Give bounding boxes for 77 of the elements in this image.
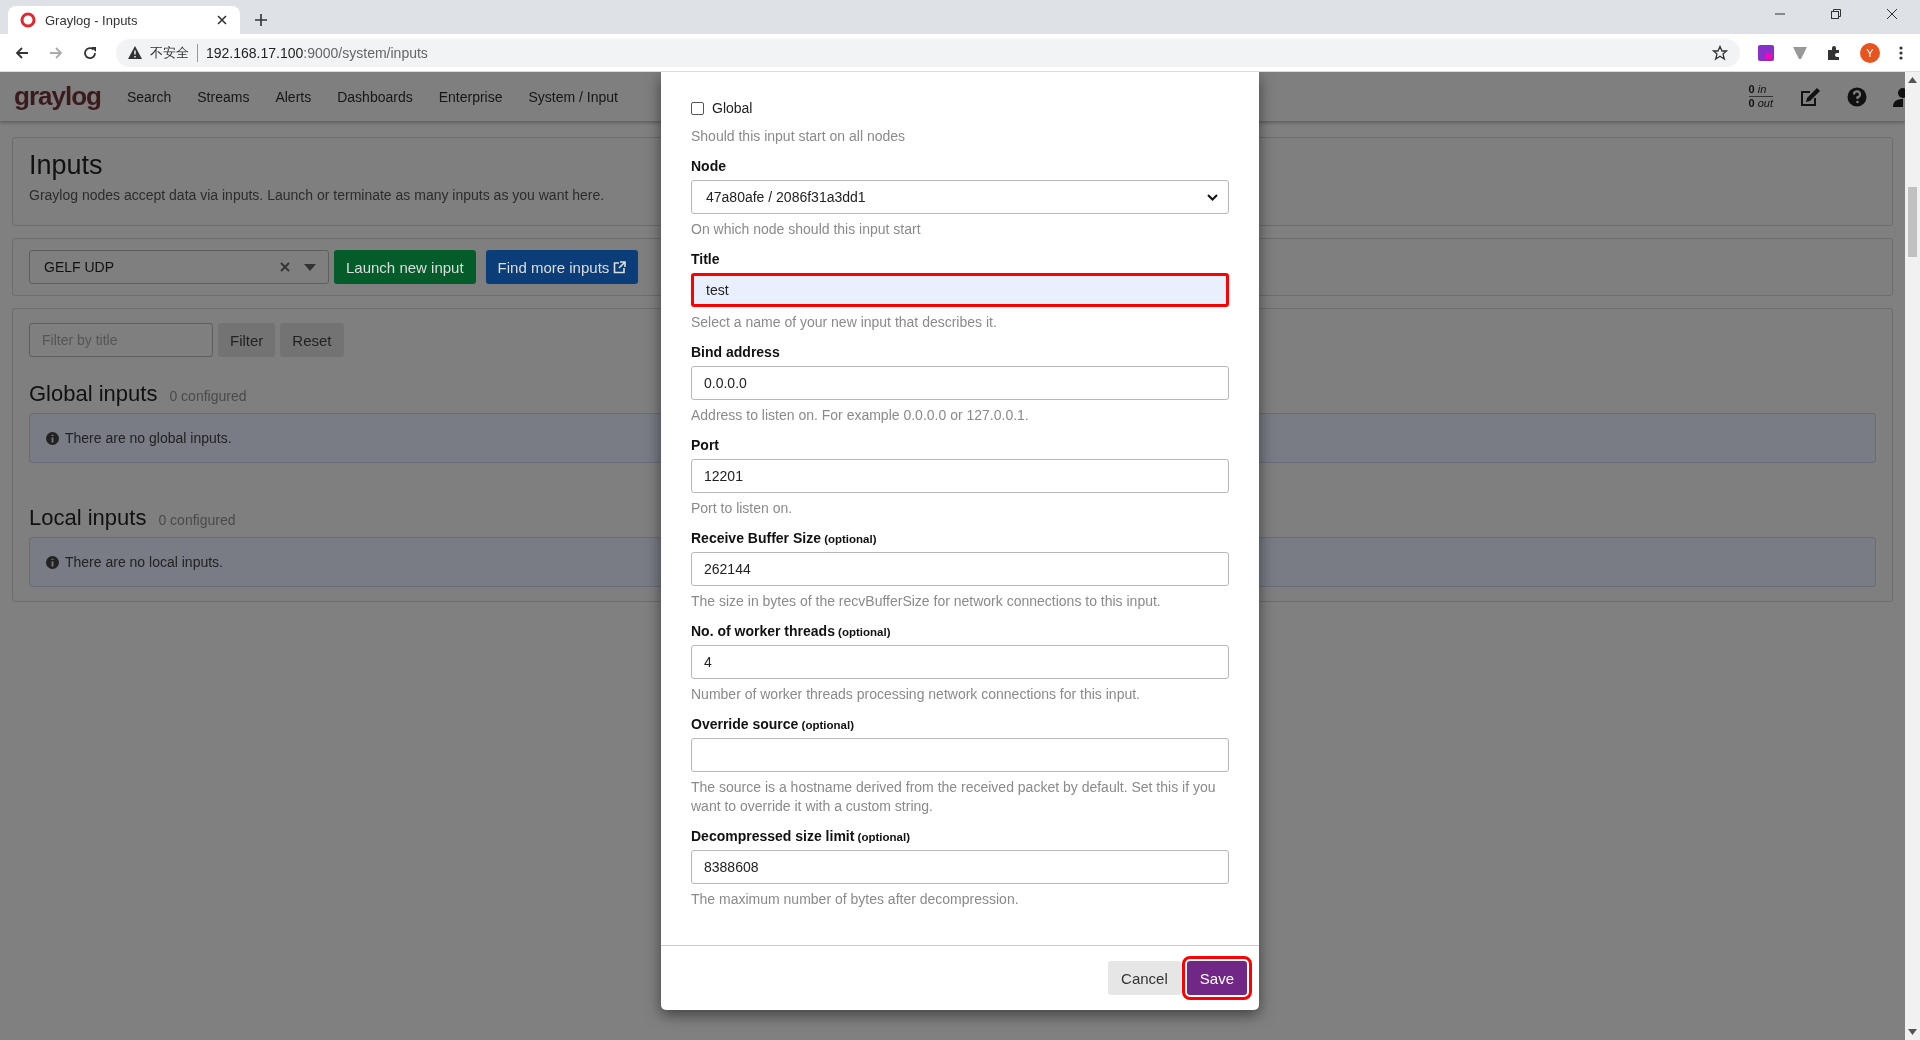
text-field[interactable]: 4 (691, 645, 1229, 679)
node-select[interactable]: 47a80afe / 2086f31a3dd1 (691, 180, 1229, 214)
checkbox-label: Global (712, 100, 753, 116)
text-field[interactable]: 12201 (691, 459, 1229, 493)
back-icon[interactable] (14, 44, 30, 61)
edit-icon[interactable] (1799, 86, 1821, 107)
chevron-icon (1207, 193, 1218, 201)
text-field[interactable]: 0.0.0.0 (691, 366, 1229, 400)
caret-icon[interactable] (304, 263, 316, 271)
security-label: 不安全 (150, 43, 198, 62)
help-text: The source is a hostname derived from the received packet by default. Set this if you want to override it with a custom string. (691, 778, 1217, 816)
help-text: The maximum number of bytes after decompression. (691, 890, 1020, 909)
text-field[interactable]: 8388608 (691, 850, 1229, 884)
section-title: Local inputs (29, 505, 147, 531)
external-link-icon (613, 260, 627, 274)
nav-link[interactable]: Search (126, 88, 172, 105)
info-icon (46, 555, 59, 569)
launch-button[interactable]: Launch new input (334, 250, 476, 284)
field-label: Override source (optional) (691, 716, 855, 732)
field-label: Decompressed size limit (optional) (691, 828, 911, 844)
scrollbar[interactable] (1905, 72, 1920, 1040)
empty-message: There are no local inputs. (65, 554, 223, 570)
nav-link[interactable]: Dashboards (337, 88, 413, 105)
close-icon[interactable] (216, 14, 228, 26)
field-label: Receive Buffer Size (optional) (691, 530, 878, 546)
menu-icon[interactable] (1898, 44, 1904, 61)
info-icon (46, 431, 59, 445)
browser-tab[interactable]: Graylog - Inputs (8, 6, 240, 34)
help-text: Select a name of your new input that describes it. (691, 313, 998, 332)
scroll-up-icon[interactable] (1908, 77, 1917, 83)
address-bar[interactable]: 不安全 192.168.17.100:9000/system/inputs (116, 38, 1740, 67)
help-text: The size in bytes of the recvBufferSize for network connections to this input. (691, 592, 1162, 611)
restore-icon[interactable] (1830, 8, 1842, 20)
page-title: Inputs (29, 150, 103, 181)
clear-icon[interactable] (280, 262, 290, 272)
help-text: Number of worker threads processing network connections for this input. (691, 685, 1141, 704)
reload-icon[interactable] (82, 44, 98, 61)
find-more-button[interactable]: Find more inputs (485, 250, 639, 284)
puzzle-icon[interactable] (1826, 44, 1842, 61)
incoming-throughput: 0 in (1748, 83, 1768, 96)
profile-avatar[interactable]: Y (1860, 42, 1880, 63)
text-field[interactable]: 262144 (691, 552, 1229, 586)
help-text: Port to listen on. (691, 499, 794, 518)
field-label: Node (691, 158, 727, 174)
field-label: No. of worker threads (optional) (691, 623, 892, 639)
close-icon[interactable] (1886, 8, 1898, 20)
help-text: Address to listen on. For example 0.0.0.0 or 127.0.0.1. (691, 406, 1030, 425)
text-field[interactable] (691, 738, 1229, 772)
field-label: Port (691, 437, 720, 453)
nav-link[interactable]: Enterprise (438, 88, 503, 105)
scroll-down-icon[interactable] (1908, 1029, 1917, 1035)
global-checkbox[interactable] (691, 101, 704, 115)
extension-icon[interactable] (1758, 44, 1774, 61)
field-label: Bind address (691, 344, 781, 360)
star-icon[interactable] (1712, 44, 1728, 61)
page-description: Graylog nodes accept data via inputs. Launch or terminate as many inputs as you want here. (29, 187, 605, 203)
logo[interactable]: graylog (14, 81, 101, 112)
help-icon[interactable] (1847, 86, 1867, 107)
ring-icon (20, 12, 36, 28)
empty-message: There are no global inputs. (65, 430, 232, 446)
nav-link[interactable]: Streams (197, 88, 250, 105)
user-icon[interactable] (1893, 86, 1905, 107)
nav-link[interactable]: System / Input (528, 88, 618, 105)
input-type-select[interactable]: GELF UDP (29, 250, 329, 284)
url-text: 192.168.17.100:9000/system/inputs (206, 44, 428, 61)
field-label: Title (691, 251, 721, 267)
nav-link[interactable]: Alerts (275, 88, 312, 105)
help-text: On which node should this input start (691, 220, 922, 239)
outgoing-throughput: 0 out (1748, 96, 1773, 110)
section-title: Global inputs (29, 381, 158, 407)
help-text: Should this input start on all nodes (691, 127, 907, 146)
cancel-button[interactable]: Cancel (1108, 961, 1181, 995)
text-field[interactable]: test (691, 273, 1229, 307)
warning-icon (128, 46, 142, 59)
funnel-icon[interactable] (1792, 44, 1808, 61)
new-tab-icon[interactable] (254, 13, 268, 27)
scroll-thumb[interactable] (1908, 187, 1917, 257)
